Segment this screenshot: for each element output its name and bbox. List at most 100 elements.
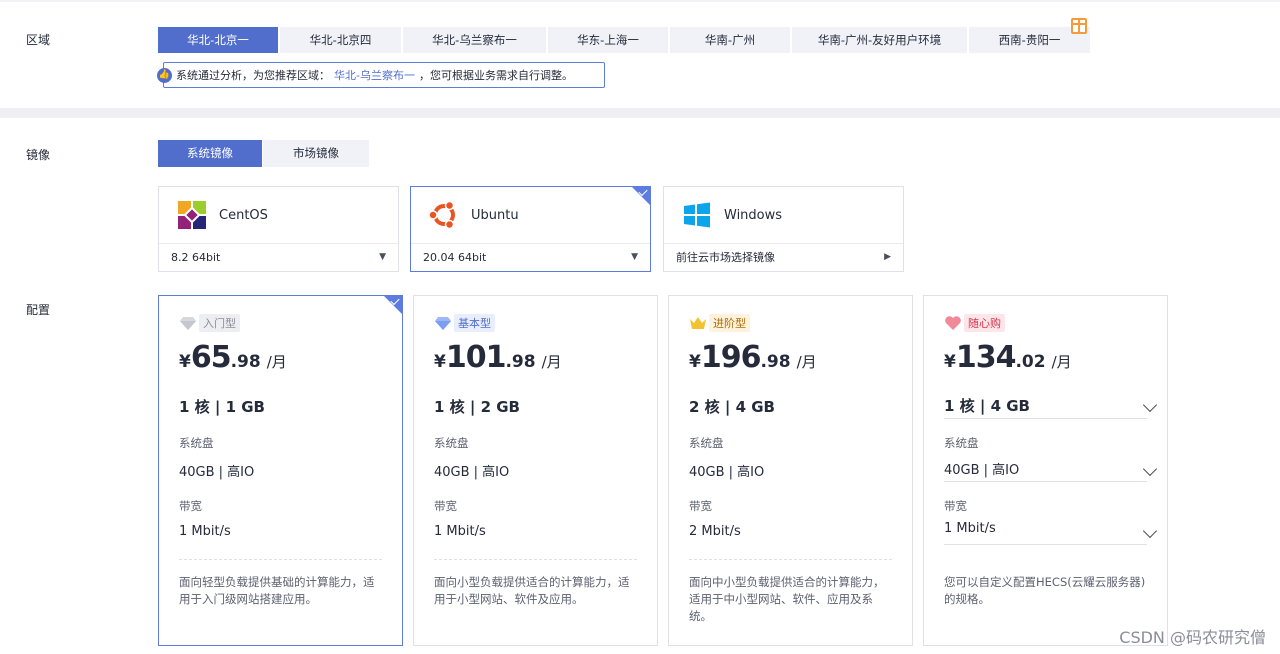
image-tabs: 系统镜像 市场镜像 [158, 140, 370, 167]
price-decimal: .98 [230, 352, 261, 372]
os-name: CentOS [219, 207, 268, 223]
os-card-ubuntu[interactable]: Ubuntu 20.04 64bit ▼ [410, 186, 651, 272]
cpu-memory-spec: 1 核 | 2 GB [434, 398, 520, 416]
os-card-windows[interactable]: Windows 前往云市场选择镜像 ▶ [663, 186, 904, 272]
tier-badge-text: 随心购 [964, 314, 1005, 332]
config-card-custom[interactable]: 随心购 ¥ 134 .02 /月 1 核 | 4 GB 系统盘 40GB | 高… [923, 295, 1168, 646]
bandwidth-value: 2 Mbit/s [689, 524, 741, 539]
recommended-region-link[interactable]: 华北-乌兰察布一 [334, 67, 415, 83]
price-unit: /月 [541, 353, 562, 371]
cpu-memory-select[interactable]: 1 核 | 4 GB [944, 395, 1030, 416]
price-decimal: .02 [1015, 352, 1046, 372]
hint-suffix: ，您可根据业务需求自行调整。 [418, 69, 573, 82]
chevron-down-icon[interactable] [1142, 397, 1158, 413]
os-version-value: 前往云市场选择镜像 [676, 251, 775, 264]
chevron-down-icon[interactable] [1142, 523, 1158, 539]
windows-logo-icon [684, 202, 710, 228]
tier-badge-text: 进阶型 [709, 314, 750, 332]
bandwidth-label: 带宽 [944, 499, 967, 513]
disk-label: 系统盘 [434, 436, 469, 450]
region-tab-guangzhou[interactable]: 华南-广州 [670, 27, 790, 53]
caret-down-icon: ▼ [631, 252, 638, 262]
bandwidth-select[interactable]: 1 Mbit/s [944, 521, 996, 536]
hint-prefix: 系统通过分析，为您推荐区域： [176, 69, 330, 82]
config-card-advanced[interactable]: 进阶型 ¥ 196 .98 /月 2 核 | 4 GB 系统盘 40GB | 高… [668, 295, 913, 646]
caret-down-icon: ▼ [379, 252, 386, 262]
market-image-link[interactable]: 前往云市场选择镜像 ▶ [664, 244, 903, 271]
price-unit: /月 [796, 353, 817, 371]
config-card-basic[interactable]: 基本型 ¥ 101 .98 /月 1 核 | 2 GB 系统盘 40GB | 高… [413, 295, 658, 646]
os-card-head: Ubuntu [411, 187, 650, 244]
centos-logo-icon [178, 201, 206, 229]
price-currency: ¥ [689, 352, 701, 372]
bandwidth-label: 带宽 [689, 499, 712, 513]
dashed-divider [689, 559, 892, 560]
card-description: 面向小型负载提供适合的计算能力，适用于小型网站、软件及应用。 [434, 575, 630, 606]
os-version-value: 20.04 64bit [423, 251, 487, 264]
dashed-divider [179, 559, 382, 560]
price-integer: 134 [955, 340, 1017, 375]
os-name: Windows [724, 207, 783, 223]
price: ¥ 101 .98 /月 [434, 340, 562, 375]
disk-label: 系统盘 [179, 436, 214, 450]
disk-value: 40GB | 高IO [434, 465, 510, 480]
section-divider-band [0, 108, 1280, 118]
bandwidth-label: 带宽 [434, 499, 457, 513]
os-card-centos[interactable]: CentOS 8.2 64bit ▼ [158, 186, 399, 272]
os-name: Ubuntu [471, 207, 519, 223]
config-card-entry[interactable]: 入门型 ¥ 65 .98 /月 1 核 | 1 GB 系统盘 40GB | 高I… [158, 295, 403, 646]
disk-select[interactable]: 40GB | 高IO [944, 459, 1019, 478]
card-description: 面向中小型负载提供适合的计算能力，适用于中小型网站、软件、应用及系统。 [689, 575, 885, 623]
bandwidth-label: 带宽 [179, 499, 202, 513]
bandwidth-value: 1 Mbit/s [179, 524, 231, 539]
os-version-select[interactable]: 8.2 64bit ▼ [159, 244, 398, 271]
crown-icon [690, 317, 706, 329]
price: ¥ 65 .98 /月 [179, 340, 287, 375]
price-decimal: .98 [760, 352, 791, 372]
region-tab-beijing4[interactable]: 华北-北京四 [280, 27, 401, 53]
card-description: 您可以自定义配置HECS(云耀云服务器)的规格。 [944, 575, 1146, 606]
price-integer: 101 [445, 340, 507, 375]
price-currency: ¥ [434, 352, 446, 372]
os-card-head: CentOS [159, 187, 398, 244]
price-unit: /月 [1051, 353, 1072, 371]
os-version-select[interactable]: 20.04 64bit ▼ [411, 244, 650, 271]
chevron-down-icon[interactable] [1142, 461, 1158, 477]
price-currency: ¥ [179, 352, 191, 372]
price-integer: 65 [190, 340, 232, 375]
bandwidth-value: 1 Mbit/s [434, 524, 486, 539]
image-label: 镜像 [26, 148, 51, 162]
disk-label: 系统盘 [689, 436, 724, 450]
region-recommendation-hint: 👍 系统通过分析，为您推荐区域： 华北-乌兰察布一 ，您可根据业务需求自行调整。 [157, 62, 605, 88]
price: ¥ 134 .02 /月 [944, 340, 1072, 375]
price-currency: ¥ [944, 352, 956, 372]
watermark: CSDN @码农研究僧 [1119, 628, 1266, 647]
region-tab-beijing1[interactable]: 华北-北京一 [158, 27, 278, 53]
tier-badge-text: 基本型 [454, 314, 495, 332]
price-decimal: .98 [505, 352, 536, 372]
caret-right-icon: ▶ [884, 252, 891, 262]
config-label: 配置 [26, 303, 51, 317]
tier-badge: 入门型 [179, 314, 240, 332]
price-unit: /月 [266, 353, 287, 371]
region-tab-shanghai1[interactable]: 华东-上海一 [548, 27, 668, 53]
tab-market-image[interactable]: 市场镜像 [263, 140, 369, 167]
diamond-grey-icon [180, 317, 196, 330]
thumbs-up-icon: 👍 [157, 68, 172, 83]
heart-icon [945, 316, 961, 330]
os-version-value: 8.2 64bit [171, 251, 221, 264]
selected-check-icon [384, 296, 402, 314]
cpu-memory-spec: 2 核 | 4 GB [689, 398, 775, 416]
card-description: 面向轻型负载提供基础的计算能力，适用于入门级网站搭建应用。 [179, 575, 375, 606]
tier-badge: 基本型 [434, 314, 495, 332]
region-tab-ulanqab1[interactable]: 华北-乌兰察布一 [403, 27, 546, 53]
disk-value: 40GB | 高IO [689, 465, 765, 480]
tab-system-image[interactable]: 系统镜像 [158, 140, 262, 167]
cpu-memory-spec: 1 核 | 1 GB [179, 398, 265, 416]
region-label: 区域 [26, 33, 51, 47]
diamond-blue-icon [435, 317, 451, 330]
region-tab-guangzhou-friendly[interactable]: 华南-广州-友好用户环境 [792, 27, 967, 53]
gift-icon[interactable] [1071, 18, 1087, 34]
price-integer: 196 [700, 340, 762, 375]
tier-badge: 进阶型 [689, 314, 750, 332]
